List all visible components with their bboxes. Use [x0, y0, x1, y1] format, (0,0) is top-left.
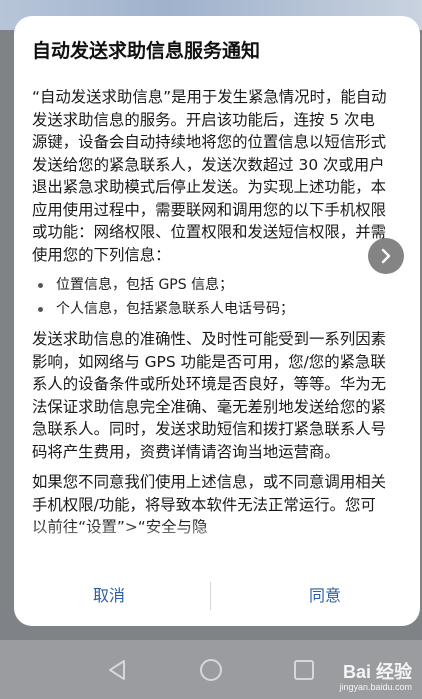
watermark-url: jingyan.baidu.com — [339, 682, 412, 692]
next-page-button[interactable] — [368, 238, 404, 274]
dialog-title: 自动发送求助信息服务通知 — [32, 40, 261, 62]
content-fade — [14, 521, 420, 555]
intro-paragraph: “自动发送求助信息”是用于发生紧急情况时，能自动发送求助信息的服务。开启该功能后… — [32, 88, 387, 264]
list-item-personal: 个人信息，包括紧急联系人电话号码； — [32, 298, 390, 320]
list-item-location: 位置信息，包括 GPS 信息； — [32, 274, 390, 296]
info-list: 位置信息，包括 GPS 信息； 个人信息，包括紧急联系人电话号码； — [32, 274, 390, 320]
back-icon[interactable] — [104, 656, 132, 684]
recents-icon[interactable] — [290, 656, 318, 684]
system-navigation-bar: Bai 经验 jingyan.baidu.com — [0, 640, 422, 699]
watermark: Bai 经验 jingyan.baidu.com — [339, 662, 412, 693]
dialog-footer: 取消 同意 — [14, 576, 420, 616]
agree-button[interactable]: 同意 — [230, 576, 420, 616]
emergency-sos-dialog: 自动发送求助信息服务通知 “自动发送求助信息”是用于发生紧急情况时，能自动发送求… — [14, 16, 420, 626]
button-divider — [210, 582, 211, 610]
disclaimer-paragraph: 发送求助信息的准确性、及时性可能受到一系列因素影响，如网络与 GPS 功能是否可… — [32, 330, 386, 461]
chevron-right-icon — [381, 248, 391, 264]
watermark-logo: Bai 经验 — [342, 662, 412, 682]
dialog-content[interactable]: “自动发送求助信息”是用于发生紧急情况时，能自动发送求助信息的服务。开启该功能后… — [32, 86, 390, 553]
home-icon[interactable] — [197, 656, 225, 684]
cancel-button[interactable]: 取消 — [14, 576, 204, 616]
